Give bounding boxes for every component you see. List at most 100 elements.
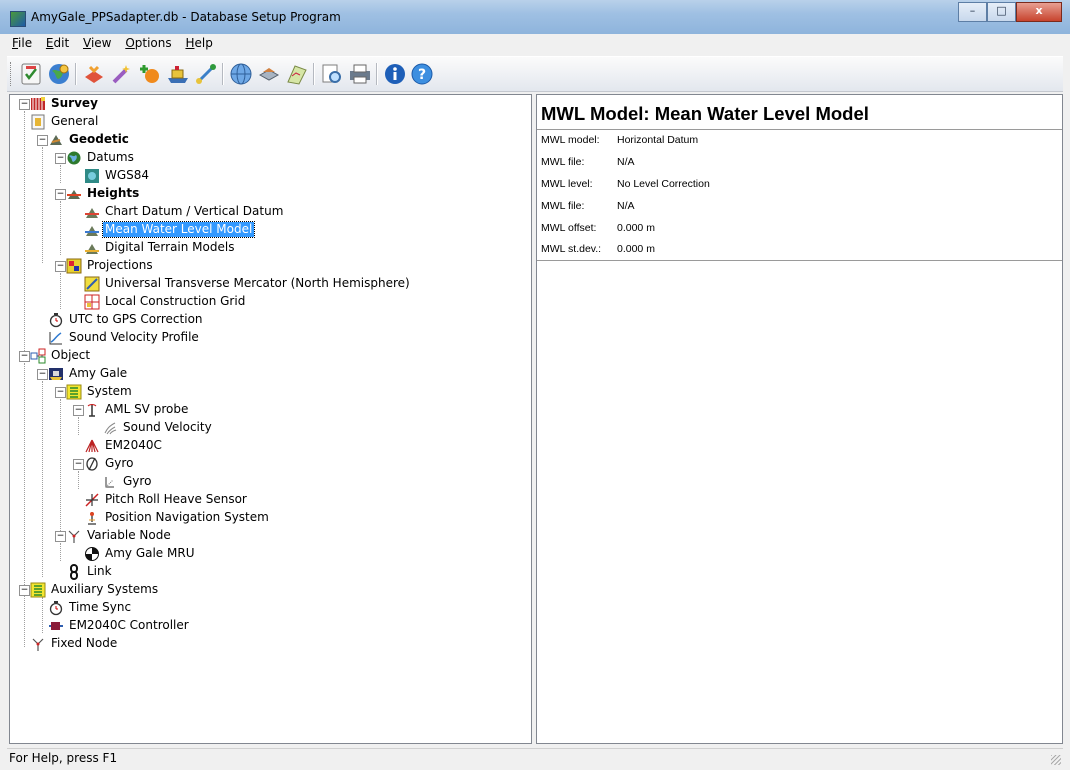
resize-grip[interactable] [1051, 755, 1061, 765]
search-document-icon[interactable] [320, 62, 344, 86]
controller-icon [49, 622, 63, 630]
geodetic-icon [50, 135, 62, 145]
collapse-toggle[interactable]: − [55, 153, 66, 164]
link-icon [70, 564, 78, 580]
collapse-toggle[interactable]: − [19, 351, 30, 362]
height-model-icon [85, 244, 99, 254]
wand-icon[interactable] [110, 62, 134, 86]
maximize-button[interactable]: □ [987, 2, 1016, 22]
property-value: No Level Correction [617, 178, 710, 190]
projection-icon [84, 276, 100, 292]
clock-icon [49, 313, 63, 328]
checklist-icon[interactable] [19, 62, 43, 86]
layers-icon[interactable] [257, 62, 281, 86]
survey-icon [31, 97, 45, 110]
prh-icon [85, 493, 99, 507]
printer-icon[interactable] [348, 62, 372, 86]
datum-icon [85, 169, 99, 183]
svg-text:?: ? [418, 67, 426, 83]
app-window: AmyGale_PPSadapter.db - Database Setup P… [0, 0, 1070, 770]
tree-connector [24, 111, 25, 353]
window-controls: – □ x [958, 2, 1062, 22]
title-bar[interactable]: AmyGale_PPSadapter.db - Database Setup P… [0, 0, 1070, 34]
system-icon [30, 582, 46, 598]
chart-icon[interactable] [285, 62, 309, 86]
collapse-toggle[interactable]: − [73, 459, 84, 470]
tree-connector [78, 417, 79, 435]
detail-title: MWL Model: Mean Water Level Model [541, 103, 869, 124]
menu-edit[interactable]: Edit [41, 34, 74, 50]
menu-file[interactable]: File [7, 34, 37, 50]
toolbar-separator [222, 63, 224, 85]
link-icon[interactable] [194, 62, 218, 86]
property-key: MWL offset: [541, 222, 597, 234]
collapse-toggle[interactable]: − [55, 387, 66, 398]
height-model-icon [85, 226, 99, 236]
datums-icon [67, 151, 81, 165]
vessel-icon [49, 368, 63, 380]
tree-connector [42, 381, 43, 577]
tree-connector [60, 201, 61, 255]
window-title: AmyGale_PPSadapter.db - Database Setup P… [31, 10, 341, 24]
menu-view[interactable]: View [78, 34, 116, 50]
object-icon [30, 348, 46, 364]
menu-options[interactable]: Options [120, 34, 176, 50]
toolbar: ? [7, 56, 1063, 92]
close-button[interactable]: x [1016, 2, 1062, 22]
collapse-toggle[interactable]: − [55, 531, 66, 542]
node-icon [68, 530, 80, 543]
toolbar-separator [313, 63, 315, 85]
property-key: MWL file: [541, 200, 585, 212]
property-value: Horizontal Datum [617, 134, 699, 146]
toolbar-grip[interactable] [10, 62, 14, 86]
globe-settings-icon[interactable] [47, 62, 71, 86]
probe-icon [87, 404, 97, 417]
general-icon [31, 114, 45, 130]
detail-pane: MWL Model: Mean Water Level Model MWL mo… [536, 94, 1063, 744]
height-model-icon [85, 208, 99, 218]
system-icon [66, 384, 82, 400]
tree-connector [60, 543, 61, 561]
profile-icon [49, 332, 62, 345]
vessel-icon[interactable] [166, 62, 190, 86]
collapse-toggle[interactable]: − [19, 585, 30, 596]
main-area: − Survey General − Geodetic − Datums WGS… [7, 92, 1063, 746]
collapse-toggle[interactable]: − [37, 135, 48, 146]
info-icon[interactable] [383, 62, 407, 86]
divider [537, 260, 1062, 261]
collapse-toggle[interactable]: − [37, 369, 48, 380]
collapse-toggle[interactable]: − [55, 189, 66, 200]
heights-icon [67, 190, 81, 199]
nav-icon [88, 512, 96, 525]
multibeam-icon [85, 439, 99, 453]
property-key: MWL level: [541, 178, 593, 190]
property-key: MWL st.dev.: [541, 243, 602, 255]
divider [537, 129, 1062, 130]
clock-icon [49, 601, 63, 616]
menu-help[interactable]: Help [180, 34, 217, 50]
tree-connector [42, 147, 43, 263]
node-icon [32, 638, 44, 651]
app-icon [10, 11, 26, 27]
sound-velocity-icon [104, 422, 117, 435]
property-value: N/A [617, 200, 635, 212]
collapse-toggle[interactable]: − [19, 99, 30, 110]
help-icon[interactable]: ? [410, 62, 434, 86]
toolbar-separator [376, 63, 378, 85]
survey-icon[interactable] [82, 62, 106, 86]
status-bar: For Help, press F1 [7, 748, 1063, 767]
tree-connector [42, 597, 43, 633]
property-key: MWL model: [541, 134, 600, 146]
projections-icon [66, 258, 82, 274]
database-tree[interactable]: − Survey General − Geodetic − Datums WGS… [9, 94, 532, 744]
world-icon[interactable] [229, 62, 253, 86]
collapse-toggle[interactable]: − [55, 261, 66, 272]
collapse-toggle[interactable]: − [73, 405, 84, 416]
property-value: 0.000 m [617, 222, 655, 234]
menu-bar: File Edit View Options Help [7, 34, 1063, 54]
property-key: MWL file: [541, 156, 585, 168]
minimize-button[interactable]: – [958, 2, 987, 22]
add-node-icon[interactable] [138, 62, 162, 86]
tree-connector [78, 471, 79, 489]
toolbar-separator [75, 63, 77, 85]
